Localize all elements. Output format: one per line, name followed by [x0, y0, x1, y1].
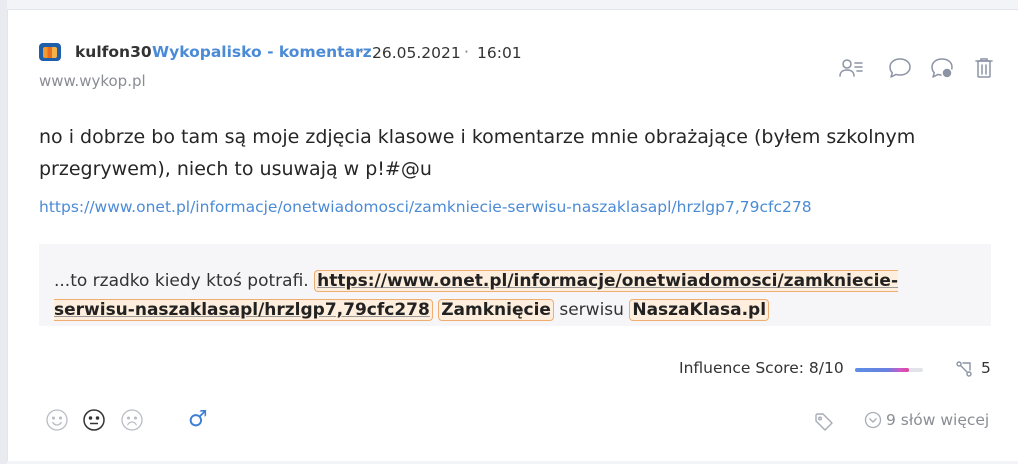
quote-text: ...to rzadko kiedy ktoś potrafi. https:/… [54, 267, 974, 325]
sentiment-positive-icon[interactable] [45, 408, 69, 432]
keyword-highlight: NaszaKlasa.pl [629, 299, 770, 321]
post-date: 26.05.2021 [372, 44, 461, 62]
author-info-icon[interactable] [838, 56, 864, 80]
post-time: 16:01 [477, 44, 522, 62]
author-name[interactable]: kulfon30 [75, 43, 152, 61]
quote-middle: serwisu [559, 300, 624, 320]
sentiment-neutral-icon[interactable] [82, 408, 106, 432]
share-icon [955, 360, 973, 378]
trash-icon[interactable] [971, 56, 997, 80]
male-gender-icon[interactable]: ♂ [188, 409, 208, 431]
quote-box: ...to rzadko kiedy ktoś potrafi. https:/… [39, 244, 991, 326]
separator: · [359, 43, 364, 61]
post-text: no i dobrze bo tam są moje zdjęcia klaso… [39, 126, 916, 180]
share-count: 5 [981, 359, 991, 377]
tag-icon[interactable] [814, 412, 834, 432]
sentiment-negative-icon[interactable] [120, 408, 144, 432]
influence-score: Influence Score: 8/10 [679, 359, 844, 377]
source-domain[interactable]: www.wykop.pl [39, 72, 146, 90]
influence-bar-fill [855, 368, 910, 372]
wykop-source-icon [39, 43, 61, 61]
chevron-down-icon [864, 411, 882, 429]
mention-card: kulfon30 Wykopalisko - komentarz · 26.05… [7, 9, 1018, 461]
show-more-label: 9 słów więcej [886, 411, 990, 429]
left-strip [0, 0, 7, 464]
comment-icon[interactable] [887, 56, 913, 80]
quote-prefix: ...to rzadko kiedy ktoś potrafi. [54, 271, 309, 291]
reply-icon[interactable] [929, 56, 955, 80]
post-link[interactable]: https://www.onet.pl/informacje/onetwiado… [39, 198, 812, 216]
separator: · [464, 43, 469, 61]
category-label[interactable]: Wykopalisko - komentarz [152, 43, 372, 61]
show-more-button[interactable]: 9 słów więcej [864, 411, 989, 429]
keyword-highlight: Zamknięcie [438, 299, 554, 321]
influence-bar [855, 368, 923, 372]
